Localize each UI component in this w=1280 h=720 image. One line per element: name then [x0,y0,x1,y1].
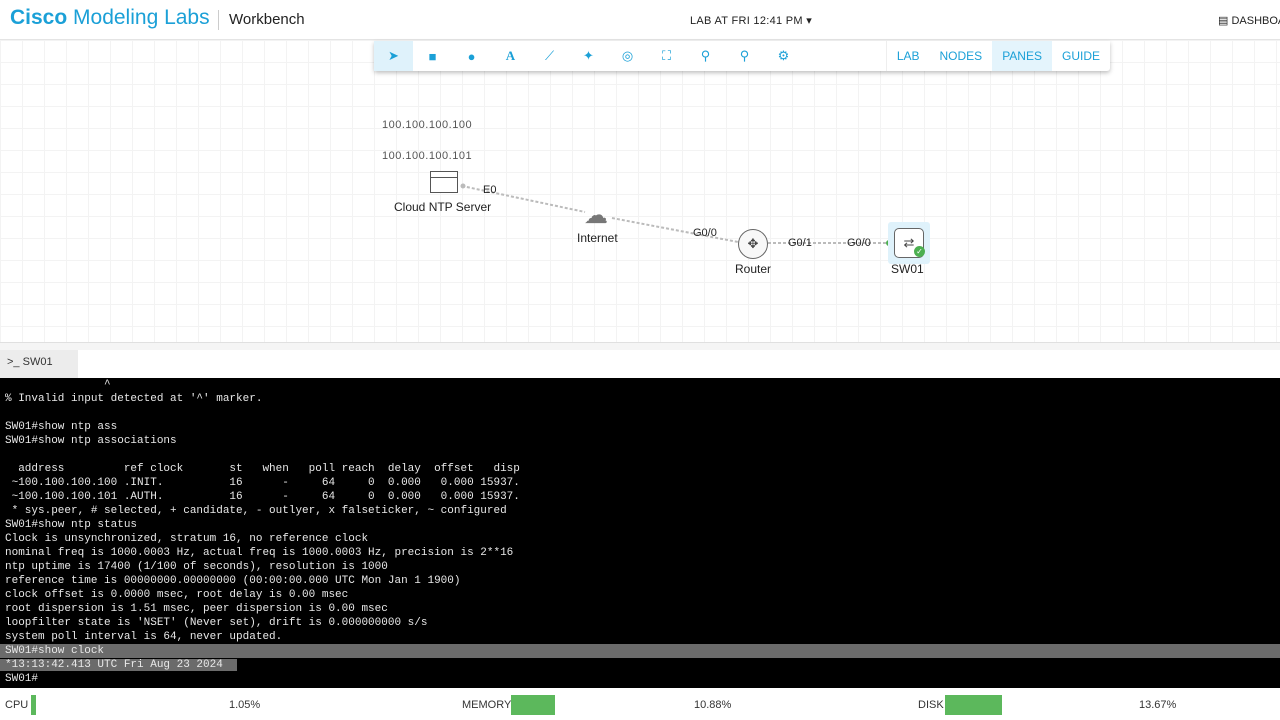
fit-icon[interactable]: ⛶ [647,41,686,71]
app-header: Cisco Modeling Labs Workbench LAB AT FRI… [0,0,1280,40]
terminal-line: *13:13:42.413 UTC Fri Aug 23 2024 [0,658,1275,672]
terminal-line: nominal freq is 1000.0003 Hz, actual fre… [5,547,514,559]
node-label-internet: Internet [577,231,618,245]
chevron-down-icon: ▾ [806,15,813,27]
section-title: Workbench [229,11,305,28]
terminal-line: loopfilter state is 'NSET' (Never set), … [5,617,428,629]
resource-status-bar: CPU 1.05% MEMORY 10.88% DISK 13.67% [0,690,1280,720]
dashboard-link[interactable]: ▤ DASHBOARD [1218,14,1280,27]
menu-nodes[interactable]: NODES [930,41,993,71]
terminal-console[interactable]: ^ % Invalid input detected at '^' marker.… [0,378,1280,688]
link-internet-router [611,217,739,243]
node-label-ntp: Cloud NTP Server [394,200,492,214]
terminal-line: address ref clock st when poll reach del… [5,463,520,475]
links-layer [460,183,892,246]
terminal-line: ^ [5,379,111,391]
canvas-toolbar: ➤ ■ ● A ⟋ ✦ ◎ ⛶ ⚲ ⚲ ⚙ LAB NODES PANES GU… [374,41,1110,71]
terminal-line: ~100.100.100.100 .INIT. 16 - 64 0 0.000 … [5,477,520,489]
tab-sw01-console[interactable]: >_ SW01 [0,350,78,378]
annotation-ip-1[interactable]: 100.100.100.100 [382,119,472,131]
cpu-label: CPU [5,699,29,711]
ellipse-icon[interactable]: ● [452,41,491,71]
terminal-line: system poll interval is 64, never update… [5,631,283,643]
add-node-icon[interactable]: ✦ [569,41,608,71]
cpu-bar [31,695,36,715]
dashboard-label: DASHBOARD [1231,15,1280,27]
terminal-line: reference time is 00000000.00000000 (00:… [5,575,461,587]
lab-title: LAB AT FRI 12:41 PM [690,15,803,27]
iface-label: G0/0 [693,227,717,239]
settings-icon[interactable]: ⚙ [764,41,803,71]
cpu-value: 1.05% [229,699,261,711]
zoom-out-icon[interactable]: ⚲ [686,41,725,71]
brand-bold: Cisco [10,6,68,29]
memory-value: 10.88% [694,699,732,711]
brand-rest: Modeling Labs [67,6,210,29]
terminal-line: SW01#show ntp associations [5,435,177,447]
terminal-line: clock offset is 0.0000 msec, root delay … [5,589,349,601]
pane-resize-handle[interactable] [0,342,1280,350]
terminal-line: ~100.100.100.101 .AUTH. 16 - 64 0 0.000 … [5,491,520,503]
terminal-line: % Invalid input detected at '^' marker. [5,393,263,405]
menu-guide[interactable]: GUIDE [1052,41,1110,71]
terminal-line: root dispersion is 1.51 msec, peer dispe… [5,603,388,615]
terminal-line: SW01#show ntp ass [5,421,118,433]
server-icon[interactable] [430,171,458,193]
console-tabs: >_ SW01 [0,350,1280,378]
node-label-router: Router [735,262,772,276]
node-label-sw: SW01 [891,262,924,276]
annotation-ip-2[interactable]: 100.100.100.101 [382,150,472,162]
lab-title-dropdown[interactable]: LAB AT FRI 12:41 PM ▾ [690,14,812,27]
terminal-icon: >_ [7,356,20,368]
text-icon[interactable]: A [491,41,530,71]
router-icon[interactable]: ✥ [738,229,768,259]
disk-bar [945,695,1003,715]
terminal-line: ntp uptime is 17400 (1/100 of seconds), … [5,561,388,573]
topology-canvas[interactable]: 100.100.100.100 100.100.100.101 Cloud NT… [0,40,1280,342]
terminal-line: * sys.peer, # selected, + candidate, - o… [5,505,507,517]
iface-label: E0 [483,184,497,196]
dashboard-icon: ▤ [1218,15,1229,27]
tab-label: SW01 [22,356,53,368]
selected-text: *13:13:42.413 UTC Fri Aug 23 2024 [0,659,237,671]
terminal-line: SW01# [5,673,39,685]
terminal-line: SW01#show clock [0,644,1280,658]
switch-node-selected[interactable]: ⇄ ✓ [888,222,930,264]
running-check-icon: ✓ [914,246,925,257]
center-icon[interactable]: ◎ [608,41,647,71]
cloud-icon[interactable]: ☁ [584,204,608,228]
pointer-icon[interactable]: ➤ [374,41,413,71]
terminal-line: Clock is unsynchronized, stratum 16, no … [5,533,369,545]
iface-label: G0/0 [847,237,871,249]
divider [218,10,219,30]
iface-label: G0/1 [788,237,812,249]
rectangle-icon[interactable]: ■ [413,41,452,71]
line-icon[interactable]: ⟋ [530,41,569,71]
menu-lab[interactable]: LAB [887,41,930,71]
disk-label: DISK [918,699,944,711]
terminal-line: SW01#show ntp status [5,519,138,531]
app-logo[interactable]: Cisco Modeling Labs [10,6,210,30]
memory-label: MEMORY [462,699,512,711]
zoom-in-icon[interactable]: ⚲ [725,41,764,71]
disk-value: 13.67% [1139,699,1177,711]
menu-panes[interactable]: PANES [992,41,1052,71]
memory-bar [511,695,555,715]
